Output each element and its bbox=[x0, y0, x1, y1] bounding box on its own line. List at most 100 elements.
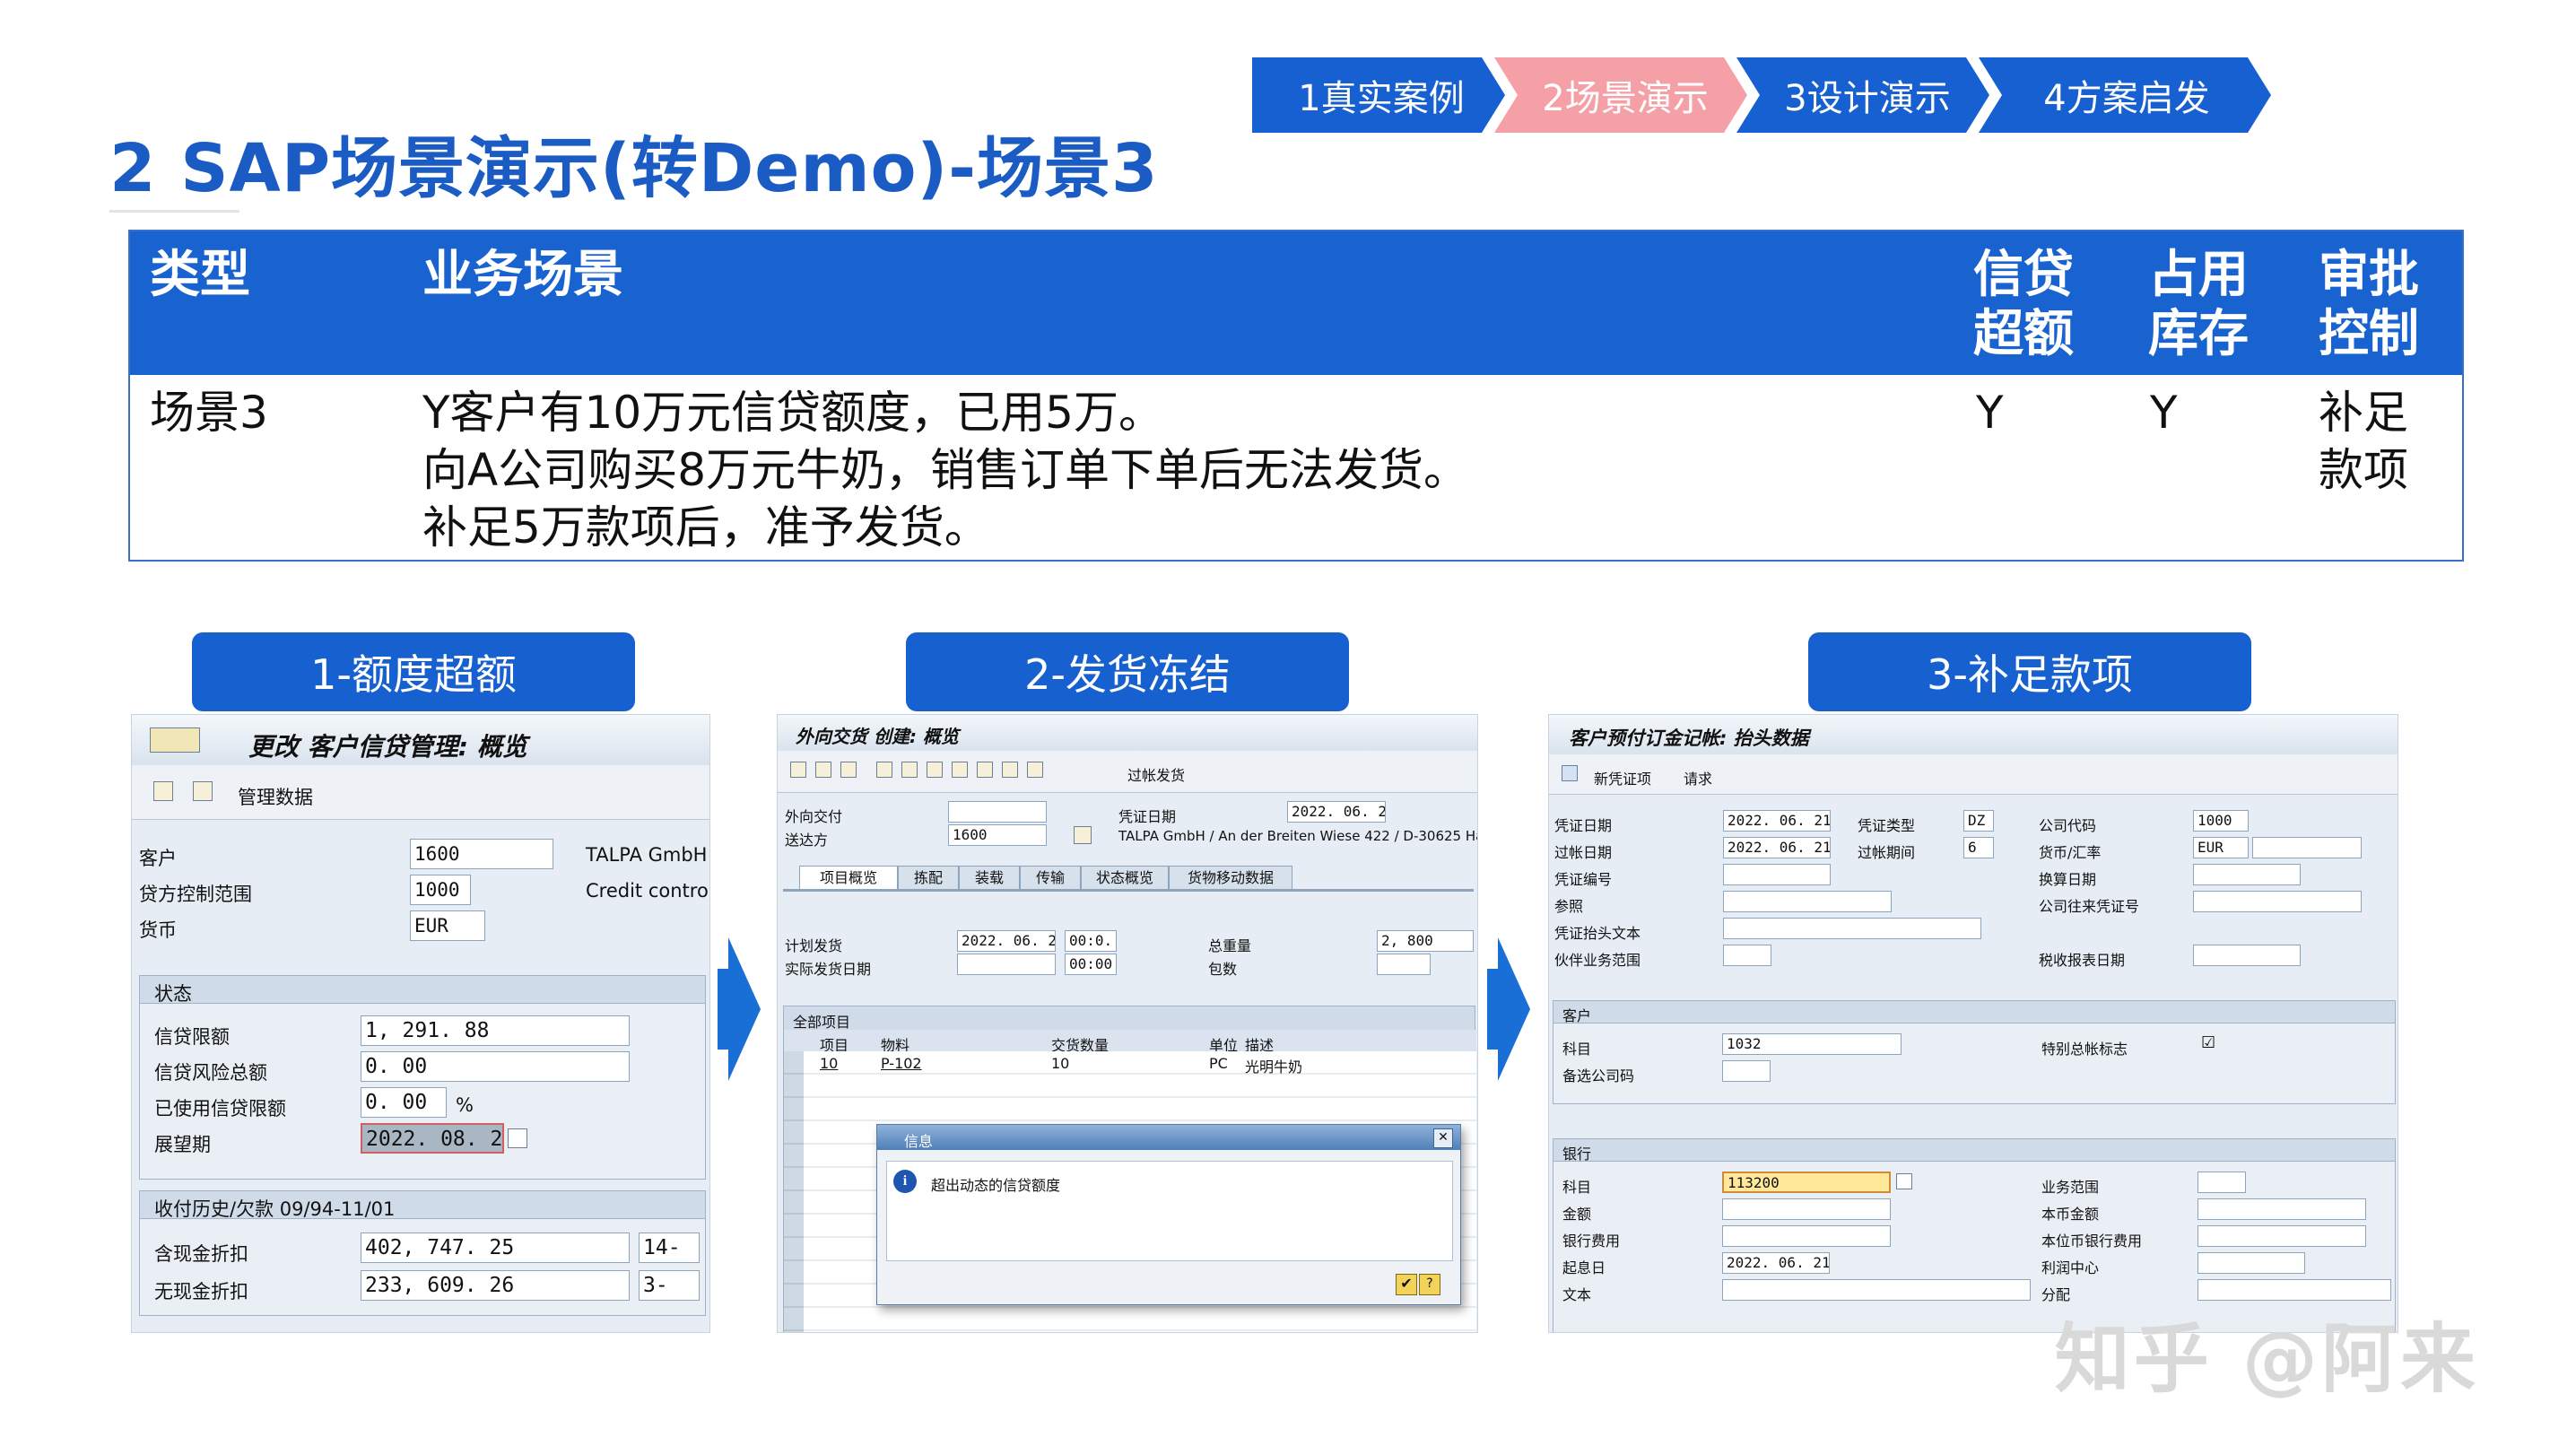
tab-loading[interactable]: 装载 bbox=[959, 866, 1020, 891]
search-help-icon[interactable] bbox=[1896, 1173, 1912, 1189]
doctype-field[interactable]: DZ bbox=[1963, 810, 1994, 832]
planned-date-field[interactable]: 2022. 06. 29 bbox=[957, 930, 1056, 952]
assign-field[interactable] bbox=[2197, 1279, 2391, 1301]
charges-field[interactable] bbox=[1722, 1225, 1891, 1247]
lcamount-field[interactable] bbox=[2197, 1198, 2366, 1220]
toolbar-icon[interactable] bbox=[876, 762, 892, 778]
toolbar-icon[interactable] bbox=[927, 762, 943, 778]
breadcrumb-step-4[interactable]: 4方案启发 bbox=[1997, 57, 2257, 133]
transdate-field[interactable] bbox=[2193, 864, 2301, 885]
breadcrumb-step-2[interactable]: 2场景演示 bbox=[1510, 57, 1740, 133]
horizon-field[interactable]: 2022. 08. 20 bbox=[361, 1123, 504, 1154]
exposure-field[interactable]: 0. 00 bbox=[361, 1051, 630, 1082]
address-icon[interactable] bbox=[1074, 826, 1092, 844]
busarea-field[interactable] bbox=[2197, 1172, 2246, 1193]
credit-limit-field[interactable]: 1, 291. 88 bbox=[361, 1015, 630, 1046]
docdate-field[interactable]: 2022. 06. 21 bbox=[1723, 810, 1831, 832]
close-icon[interactable]: ✕ bbox=[1433, 1128, 1453, 1148]
toolbar-icon[interactable] bbox=[1002, 762, 1018, 778]
ccarea-field[interactable]: 1000 bbox=[410, 875, 471, 905]
currency-field[interactable]: EUR bbox=[2193, 837, 2249, 858]
menu-icon[interactable] bbox=[150, 727, 200, 753]
bank-group-title: 银行 bbox=[1562, 1145, 1592, 1163]
breadcrumb-step-3[interactable]: 3设计演示 bbox=[1753, 57, 1982, 133]
period-label: 过帐期间 bbox=[1858, 844, 1916, 861]
post-goods-issue-button[interactable]: 过帐发货 bbox=[1127, 763, 1185, 785]
postdate-field[interactable]: 2022. 06. 21 bbox=[1723, 837, 1831, 858]
confirm-icon[interactable]: ✔ bbox=[1396, 1274, 1417, 1295]
nocash-field[interactable]: 233, 609. 26 bbox=[361, 1270, 630, 1301]
hdrtext-field[interactable] bbox=[1723, 918, 1981, 939]
valdate-field[interactable]: 2022. 06. 21 bbox=[1722, 1252, 1830, 1274]
panel-header-3: 3-补足款项 bbox=[1808, 632, 2251, 711]
tab-item-overview[interactable]: 项目概览 bbox=[799, 866, 898, 890]
partner-field[interactable] bbox=[1723, 945, 1771, 966]
history-group-title: 收付历史/欠款 09/94-11/01 bbox=[154, 1198, 396, 1220]
altcc-field[interactable] bbox=[1722, 1060, 1771, 1082]
header-type: 类型 bbox=[150, 246, 250, 304]
toolbar-icon[interactable] bbox=[815, 762, 831, 778]
rate-field[interactable] bbox=[2252, 837, 2362, 858]
text-field[interactable] bbox=[1722, 1279, 2031, 1301]
toolbar-icon[interactable] bbox=[790, 762, 806, 778]
sap2-docdate-field[interactable]: 2022. 06. 21 bbox=[1287, 801, 1386, 823]
request-button[interactable]: 请求 bbox=[1684, 767, 1712, 788]
outbound-field[interactable] bbox=[948, 801, 1047, 823]
trash-icon[interactable] bbox=[840, 762, 857, 778]
breadcrumb-step-1[interactable]: 1真实案例 bbox=[1266, 57, 1496, 133]
bank-acct-label: 科目 bbox=[1562, 1179, 1592, 1196]
packages-field[interactable] bbox=[1377, 954, 1431, 975]
cust-acct-field[interactable]: 1032 bbox=[1722, 1033, 1902, 1055]
amount-field[interactable] bbox=[1722, 1198, 1891, 1220]
cash-field[interactable]: 402, 747. 25 bbox=[361, 1233, 630, 1263]
period-field[interactable]: 6 bbox=[1963, 837, 1994, 858]
actual-time-field[interactable]: 00:00 bbox=[1065, 954, 1117, 975]
actual-date-field[interactable] bbox=[957, 954, 1056, 975]
calendar-icon[interactable] bbox=[508, 1128, 527, 1148]
tab-goods-movement[interactable]: 货物移动数据 bbox=[1169, 866, 1292, 891]
sap1-toolbar-label[interactable]: 管理数据 bbox=[238, 783, 313, 810]
currency-field[interactable]: EUR bbox=[410, 910, 485, 941]
used-label: 已使用信贷限额 bbox=[154, 1098, 286, 1119]
toolbar-icon[interactable] bbox=[901, 762, 918, 778]
document-icon[interactable] bbox=[193, 781, 213, 801]
tab-status[interactable]: 状态概览 bbox=[1081, 866, 1169, 891]
user-icon[interactable] bbox=[1562, 765, 1578, 781]
row-material[interactable]: P-102 bbox=[881, 1055, 922, 1072]
ccarea-label: 贷方控制范围 bbox=[139, 884, 252, 905]
row-selector-column[interactable] bbox=[784, 1051, 804, 1332]
ref-field[interactable] bbox=[1723, 891, 1892, 912]
save-icon[interactable] bbox=[153, 781, 173, 801]
shipto-name: TALPA GmbH / An der Breiten Wiese 422 / … bbox=[1118, 828, 1478, 844]
bank-group-header bbox=[1553, 1139, 2395, 1162]
help-icon[interactable]: ? bbox=[1419, 1274, 1440, 1295]
company-field[interactable]: 1000 bbox=[2193, 810, 2249, 832]
transdate-label: 换算日期 bbox=[2039, 871, 2097, 888]
spgl-checkbox[interactable]: ☑ bbox=[2201, 1033, 2215, 1052]
toolbar-icon[interactable] bbox=[1027, 762, 1043, 778]
used-field[interactable]: 0. 00 bbox=[361, 1087, 447, 1118]
toolbar-icon[interactable] bbox=[952, 762, 968, 778]
icno-label: 公司往来凭证号 bbox=[2039, 898, 2140, 915]
docno-field[interactable] bbox=[1723, 864, 1831, 885]
lccharges-field[interactable] bbox=[2197, 1225, 2366, 1247]
tab-transport[interactable]: 传输 bbox=[1020, 866, 1081, 891]
cash-days-field[interactable]: 14- bbox=[639, 1233, 700, 1263]
tab-picking[interactable]: 拣配 bbox=[898, 866, 959, 891]
toolbar-icon[interactable] bbox=[977, 762, 993, 778]
cust-acct-label: 科目 bbox=[1562, 1041, 1592, 1058]
taxdate-field[interactable] bbox=[2193, 945, 2301, 966]
all-items-title: 全部项目 bbox=[793, 1014, 851, 1031]
profit-field[interactable] bbox=[2197, 1252, 2305, 1274]
new-item-button[interactable]: 新凭证项 bbox=[1594, 767, 1651, 788]
nocash-days-field[interactable]: 3- bbox=[639, 1270, 700, 1301]
customer-field[interactable]: 1600 bbox=[410, 839, 553, 869]
planned-time-field[interactable]: 00:0.. bbox=[1065, 930, 1117, 952]
weight-field[interactable]: 2, 800 bbox=[1377, 930, 1474, 952]
shipto-field[interactable]: 1600 bbox=[948, 824, 1047, 846]
bank-acct-field[interactable]: 113200 bbox=[1722, 1172, 1891, 1193]
info-dialog-title: 信息 bbox=[904, 1133, 934, 1150]
icno-field[interactable] bbox=[2193, 891, 2362, 912]
row-item[interactable]: 10 bbox=[820, 1055, 838, 1072]
docdate-label: 凭证日期 bbox=[1554, 817, 1613, 834]
